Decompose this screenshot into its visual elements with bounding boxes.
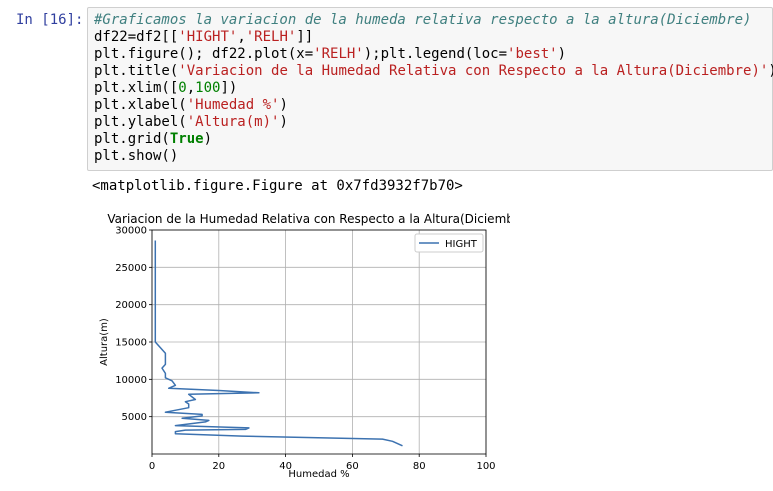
code-token: plt.title( [94,63,179,79]
code-line: #Graficamos la variacion de la humeda re… [94,12,751,29]
code-token: True [169,131,204,147]
y-tick-label: 25000 [115,263,147,274]
x-tick-label: 80 [413,461,426,472]
code-token: 100 [195,80,221,96]
code-token: plt.show() [94,148,179,164]
code-line: plt.show() [94,148,178,165]
code-token: ) [203,131,213,147]
code-token: plt.xlim([ [94,80,179,96]
code-token: plt.xlabel( [94,97,187,113]
code-token: 0 [178,80,187,96]
line-chart: Variacion de la Humedad Relativa con Res… [99,212,510,480]
code-token: plt.figure(); df22.plot(x= [94,46,314,62]
code-token: , [237,29,246,45]
code-token: 'Humedad %' [186,97,280,113]
code-token: plt.grid( [94,131,170,147]
code-line: plt.grid(True) [94,131,212,148]
code-token: );plt.legend(loc= [363,46,508,62]
code-line: plt.xlabel('Humedad %') [94,97,288,114]
x-axis-label: Humedad % [288,469,349,480]
y-axis-label: Altura(m) [99,318,110,366]
x-tick-label: 20 [212,461,225,472]
code-cell-input[interactable]: #Graficamos la variacion de la humeda re… [87,7,773,171]
code-token: ) [279,97,288,113]
code-line: plt.xlim([0,100]) [94,80,237,97]
y-tick-label: 15000 [115,338,147,349]
series-lines [154,240,403,447]
legend-label: HIGHT [445,239,478,250]
code-token: 'HIGHT' [178,29,238,45]
cell-output-text: <matplotlib.figure.Figure at 0x7fd3932f7… [92,178,463,194]
code-token: ) [557,46,567,62]
code-token: ]] [296,29,314,45]
x-tick-label: 100 [476,461,495,472]
y-tick-label: 5000 [122,412,147,423]
y-tick-label: 20000 [115,300,147,311]
code-token: 'best' [507,46,558,62]
axis-ticks: 0 20 40 60 80 1005000100001500020000250003000… [115,226,495,473]
code-token: 'Altura(m)' [186,114,280,130]
code-line: plt.title('Variacion de la Humedad Relat… [94,63,773,80]
y-tick-label: 10000 [115,375,147,386]
series-line-hight [154,240,403,447]
code-line: df22=df2[['HIGHT','RELH']] [94,29,313,46]
code-token: #Graficamos la variacion de la humeda re… [94,12,752,28]
code-token: ) [768,63,773,79]
code-token: 'RELH' [313,46,364,62]
code-token: 'Variacion de la Humedad Relativa con Re… [178,63,769,79]
code-line: plt.figure(); df22.plot(x='RELH');plt.le… [94,46,566,63]
cell-prompt: In [16]: [16,12,84,28]
code-token: df22=df2[[ [94,29,179,45]
code-token: 'RELH' [245,29,297,45]
x-tick-label: 0 [149,461,155,472]
code-token: ) [279,114,288,130]
y-tick-label: 30000 [115,226,147,237]
legend: HIGHT [414,233,484,253]
code-token: , [186,80,196,96]
chart-title: Variacion de la Humedad Relativa con Res… [107,212,510,226]
code-line: plt.ylabel('Altura(m)') [94,114,288,131]
code-token: ]) [220,80,238,96]
code-token: plt.ylabel( [94,114,187,130]
